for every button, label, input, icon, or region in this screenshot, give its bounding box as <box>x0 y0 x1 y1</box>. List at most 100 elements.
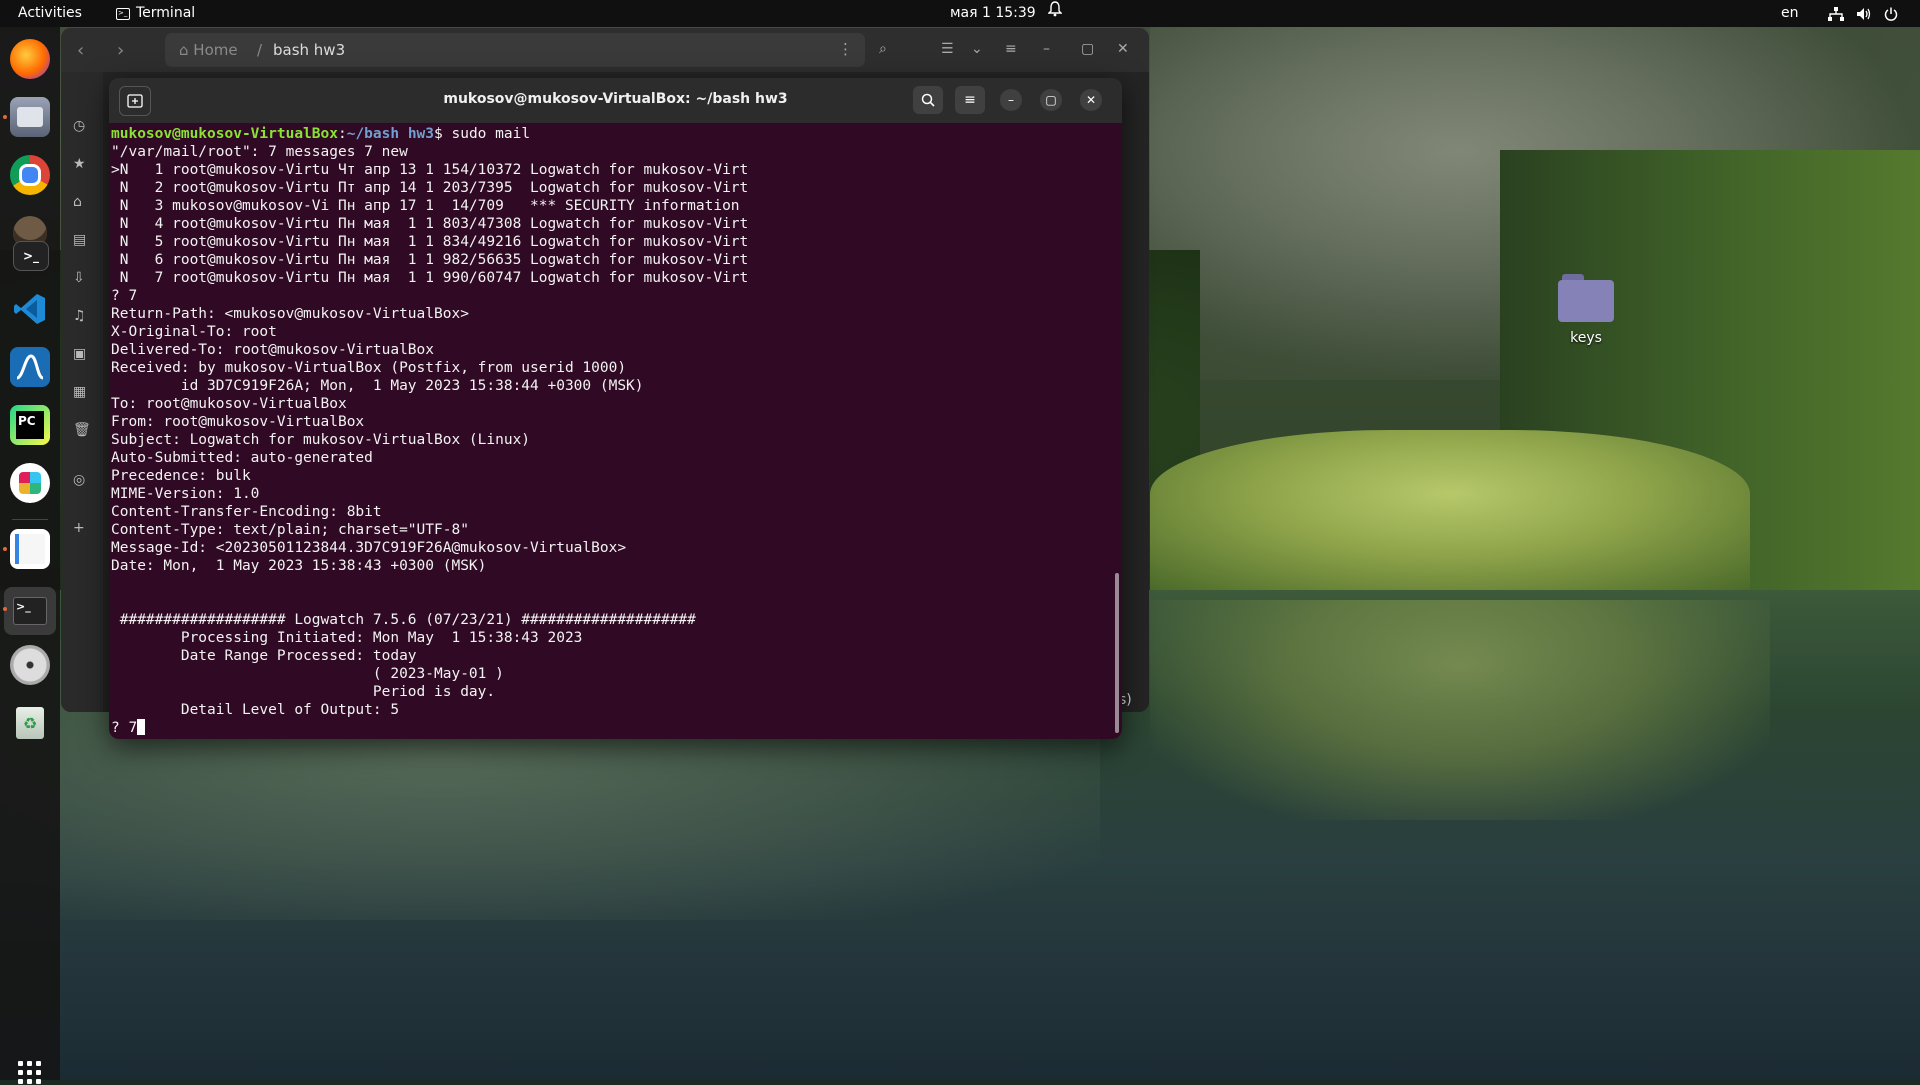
terminal-line: Auto-Submitted: auto-generated <box>111 450 373 466</box>
other-locations-icon[interactable]: + <box>73 520 91 538</box>
path-current[interactable]: bash hw3 <box>273 41 345 59</box>
terminal-window[interactable]: mukosov@mukosov-VirtualBox: ~/bash hw3 ≡… <box>109 78 1122 739</box>
terminal-line: N 4 root@mukosov-Virtu Пн мая 1 1 803/47… <box>119 216 749 232</box>
prompt-command: $ sudo mail <box>434 126 531 142</box>
trash-sidebar-icon[interactable]: 🗑 <box>73 422 91 440</box>
top-bar: Activities >_ Terminal мая 1 15:39 en <box>0 0 1920 27</box>
terminal-line: N 6 root@mukosov-Virtu Пн мая 1 1 982/56… <box>119 252 749 268</box>
slack-icon[interactable] <box>10 463 50 503</box>
activities-button[interactable]: Activities <box>18 0 82 27</box>
files-running-dot <box>3 115 7 119</box>
close-icon[interactable]: ✕ <box>1117 41 1129 57</box>
terminal-running-icon[interactable]: >_ <box>4 587 56 635</box>
starred-icon[interactable]: ★ <box>73 156 91 174</box>
files-icon[interactable] <box>10 97 50 137</box>
path-separator: / <box>257 41 263 59</box>
terminal-line: Message-Id: <20230501123844.3D7C919F26A@… <box>111 540 627 556</box>
terminal-line: >N 1 root@mukosov-Virtu Чт апр 13 1 154/… <box>111 162 749 178</box>
minimize-icon[interactable]: – <box>1043 41 1050 57</box>
prompt-user: mukosov@mukosov-VirtualBox <box>111 126 338 142</box>
show-apps-grid-icon[interactable] <box>18 1061 42 1085</box>
terminal-line: Content-Type: text/plain; charset="UTF-8… <box>111 522 469 538</box>
terminal-app-icon[interactable]: >_ <box>13 241 49 271</box>
terminal-line: From: root@mukosov-VirtualBox <box>111 414 365 430</box>
terminal-line: MIME-Version: 1.0 <box>111 486 260 502</box>
disc-icon[interactable] <box>10 645 50 685</box>
terminal-line: "/var/mail/root": 7 messages 7 new <box>111 144 408 160</box>
terminal-line: To: root@mukosov-VirtualBox <box>111 396 347 412</box>
hamburger-menu-icon[interactable]: ≡ <box>955 86 985 114</box>
terminal-line: N 5 root@mukosov-Virtu Пн мая 1 1 834/49… <box>119 234 749 250</box>
chrome-icon[interactable] <box>10 155 50 195</box>
files-headerbar: ‹ › ⌂ Home / bash hw3 ⋮ ⌕ ☰ ⌄ ≡ – ▢ ✕ <box>61 28 1149 72</box>
scrollbar-thumb[interactable] <box>1115 573 1119 733</box>
terminal-line: ? 7 <box>111 288 138 304</box>
menu-icon[interactable]: ≡ <box>1005 41 1017 57</box>
terminal-line: N 7 root@mukosov-Virtu Пн мая 1 1 990/60… <box>119 270 749 286</box>
wireshark-icon[interactable] <box>10 347 50 387</box>
terminal-small-icon: >_ <box>116 7 130 20</box>
keyboard-language[interactable]: en <box>1781 0 1799 27</box>
trash-icon[interactable]: ♻ <box>10 703 50 743</box>
music-icon[interactable]: ♫ <box>73 308 91 326</box>
app-menu-label: Terminal <box>136 5 196 21</box>
terminal-headerbar: mukosov@mukosov-VirtualBox: ~/bash hw3 ≡… <box>109 78 1122 123</box>
documents-icon[interactable]: ▤ <box>73 232 91 250</box>
clock[interactable]: мая 1 15:39 <box>950 0 1036 27</box>
prompt-separator: : <box>337 126 347 142</box>
forward-arrow-icon[interactable]: › <box>117 40 124 61</box>
maximize-icon[interactable]: ▢ <box>1040 89 1062 111</box>
folder-icon <box>1558 272 1614 322</box>
terminal-line: ################### Logwatch 7.5.6 (07/2… <box>119 612 696 628</box>
terminal-line: Precedence: bulk <box>111 468 251 484</box>
disc-sidebar-icon[interactable]: ◎ <box>73 472 91 490</box>
terminal-output[interactable]: mukosov@mukosov-VirtualBox:~/bash hw3$ s… <box>111 125 748 737</box>
text-cursor <box>137 719 146 735</box>
home-icon[interactable]: ⌂ <box>73 194 91 212</box>
terminal-line: N 2 root@mukosov-Virtu Пт апр 14 1 203/7… <box>119 180 749 196</box>
recent-icon[interactable]: ◷ <box>73 118 91 136</box>
network-icon <box>1828 6 1844 21</box>
pictures-icon[interactable]: ▣ <box>73 346 91 364</box>
chevron-down-icon[interactable]: ⌄ <box>971 41 983 57</box>
dock-separator <box>12 519 48 520</box>
search-icon[interactable] <box>913 86 943 114</box>
pycharm-icon[interactable]: PC <box>10 405 50 445</box>
terminal-line: Processing Initiated: Mon May 1 15:38:43… <box>180 630 583 646</box>
back-arrow-icon[interactable]: ‹ <box>77 40 84 61</box>
firefox-icon[interactable] <box>10 39 50 79</box>
folder-label: keys <box>1570 330 1602 346</box>
wallpaper-meadow <box>1150 430 1750 590</box>
close-icon[interactable]: ✕ <box>1080 89 1102 111</box>
desktop-folder-keys[interactable]: keys <box>1556 272 1616 346</box>
system-tray[interactable] <box>1828 0 1898 27</box>
terminal-line: Date Range Processed: today <box>180 648 417 664</box>
path-bar[interactable]: ⌂ Home / bash hw3 ⋮ <box>165 33 865 67</box>
maximize-icon[interactable]: ▢ <box>1081 41 1094 57</box>
terminal-scrollbar[interactable] <box>1110 123 1122 739</box>
minimize-icon[interactable]: – <box>1000 89 1022 111</box>
terminal-line: Delivered-To: root@mukosov-VirtualBox <box>111 342 435 358</box>
path-home[interactable]: ⌂ Home <box>179 41 238 59</box>
terminal-line: Received: by mukosov-VirtualBox (Postfix… <box>111 360 627 376</box>
files-sidebar: ◷ ★ ⌂ ▤ ⇩ ♫ ▣ ▦ 🗑 ◎ + <box>61 72 103 712</box>
terminal-line: id 3D7C919F26A; Mon, 1 May 2023 15:38:44… <box>180 378 644 394</box>
terminal-line: Period is day. <box>372 684 496 700</box>
terminal-running-dot <box>3 607 7 611</box>
terminal-line: X-Original-To: root <box>111 324 277 340</box>
videos-icon[interactable]: ▦ <box>73 384 91 402</box>
terminal-line: Content-Transfer-Encoding: 8bit <box>111 504 382 520</box>
notification-bell-icon[interactable] <box>1047 0 1063 27</box>
vscode-icon[interactable] <box>10 289 50 329</box>
downloads-icon[interactable]: ⇩ <box>73 270 91 288</box>
terminal-line: Detail Level of Output: 5 <box>180 702 400 718</box>
terminal-line: Date: Mon, 1 May 2023 15:38:43 +0300 (MS… <box>111 558 487 574</box>
search-icon[interactable]: ⌕ <box>879 41 887 57</box>
terminal-line: N 3 mukosov@mukosov-Vi Пн апр 17 1 14/70… <box>119 198 740 214</box>
path-menu-icon[interactable]: ⋮ <box>838 40 853 58</box>
terminal-body[interactable]: mukosov@mukosov-VirtualBox:~/bash hw3$ s… <box>109 123 1110 739</box>
text-editor-icon[interactable] <box>10 529 50 569</box>
view-list-icon[interactable]: ☰ <box>941 41 954 57</box>
terminal-line: ( 2023-May-01 ) <box>372 666 504 682</box>
app-menu[interactable]: >_ Terminal <box>116 0 195 27</box>
